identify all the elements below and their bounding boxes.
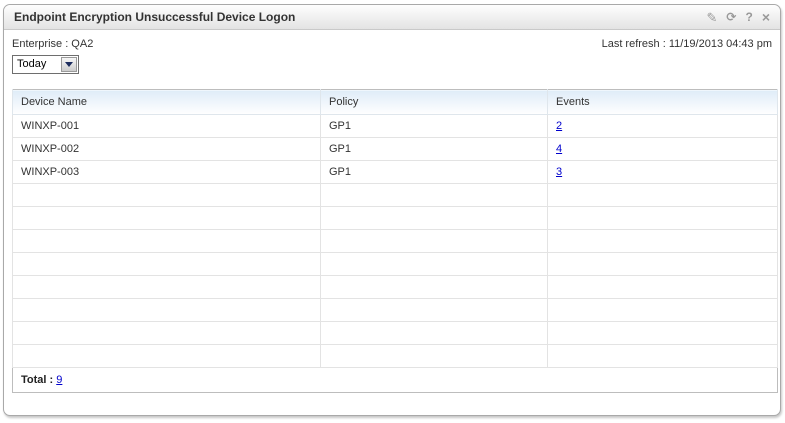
table-total-row: Total : 9 [13,368,778,393]
empty-cell [548,276,778,299]
table-row-empty [13,322,778,345]
empty-cell [13,322,321,345]
table-row-empty [13,230,778,253]
empty-cell [548,299,778,322]
policy-cell: GP1 [321,161,548,184]
events-count-link[interactable]: 3 [556,166,562,178]
col-header-policy[interactable]: Policy [321,90,548,115]
table-row: WINXP-003 GP1 3 [13,161,778,184]
device-name-cell: WINXP-002 [13,138,321,161]
widget-panel: Endpoint Encryption Unsuccessful Device … [3,4,781,416]
empty-cell [13,299,321,322]
empty-cell [321,253,548,276]
device-name-cell: WINXP-003 [13,161,321,184]
table-row-empty [13,276,778,299]
chevron-down-icon [65,62,73,67]
device-name-cell: WINXP-001 [13,115,321,138]
empty-cell [548,207,778,230]
table-row-empty [13,207,778,230]
col-header-events[interactable]: Events [548,90,778,115]
refresh-icon[interactable]: ⟳ [726,11,736,23]
total-cell: Total : 9 [13,368,778,393]
empty-cell [548,253,778,276]
policy-cell: GP1 [321,138,548,161]
table-row-empty [13,299,778,322]
events-count-link[interactable]: 2 [556,120,562,132]
empty-cell [13,207,321,230]
widget-title: Endpoint Encryption Unsuccessful Device … [14,10,295,24]
empty-cell [13,253,321,276]
empty-cell [548,345,778,368]
widget-titlebar: Endpoint Encryption Unsuccessful Device … [4,5,780,30]
total-label: Total : [21,374,53,386]
events-cell: 4 [548,138,778,161]
total-count-link[interactable]: 9 [56,374,62,386]
empty-cell [548,322,778,345]
table-body: WINXP-001 GP1 2 WINXP-002 GP1 4 WINXP-00… [13,115,778,368]
events-cell: 3 [548,161,778,184]
time-range-value: Today [17,58,46,70]
empty-cell [321,345,548,368]
empty-cell [13,276,321,299]
empty-cell [321,322,548,345]
table-row-empty [13,184,778,207]
close-icon[interactable]: × [762,10,770,24]
table-row-empty [13,345,778,368]
titlebar-icons: ✎ ⟳ ? × [707,10,771,24]
empty-cell [13,230,321,253]
empty-cell [548,184,778,207]
empty-cell [321,276,548,299]
empty-cell [321,230,548,253]
table-header-row: Device Name Policy Events [13,90,778,115]
events-count-link[interactable]: 4 [556,143,562,155]
table-row-empty [13,253,778,276]
last-refresh-label: Last refresh : 11/19/2013 04:43 pm [602,38,772,50]
policy-cell: GP1 [321,115,548,138]
table-row: WINXP-001 GP1 2 [13,115,778,138]
edit-icon[interactable]: ✎ [707,11,718,24]
events-cell: 2 [548,115,778,138]
empty-cell [548,230,778,253]
empty-cell [13,345,321,368]
help-icon[interactable]: ? [745,11,752,23]
time-range-select[interactable]: Today [12,55,79,74]
table-row: WINXP-002 GP1 4 [13,138,778,161]
events-table: Device Name Policy Events WINXP-001 GP1 … [12,89,778,393]
empty-cell [13,184,321,207]
empty-cell [321,207,548,230]
col-header-device-name[interactable]: Device Name [13,90,321,115]
dropdown-button[interactable] [61,57,77,72]
widget-content: Enterprise : QA2 Last refresh : 11/19/20… [4,30,780,393]
empty-cell [321,299,548,322]
empty-cell [321,184,548,207]
